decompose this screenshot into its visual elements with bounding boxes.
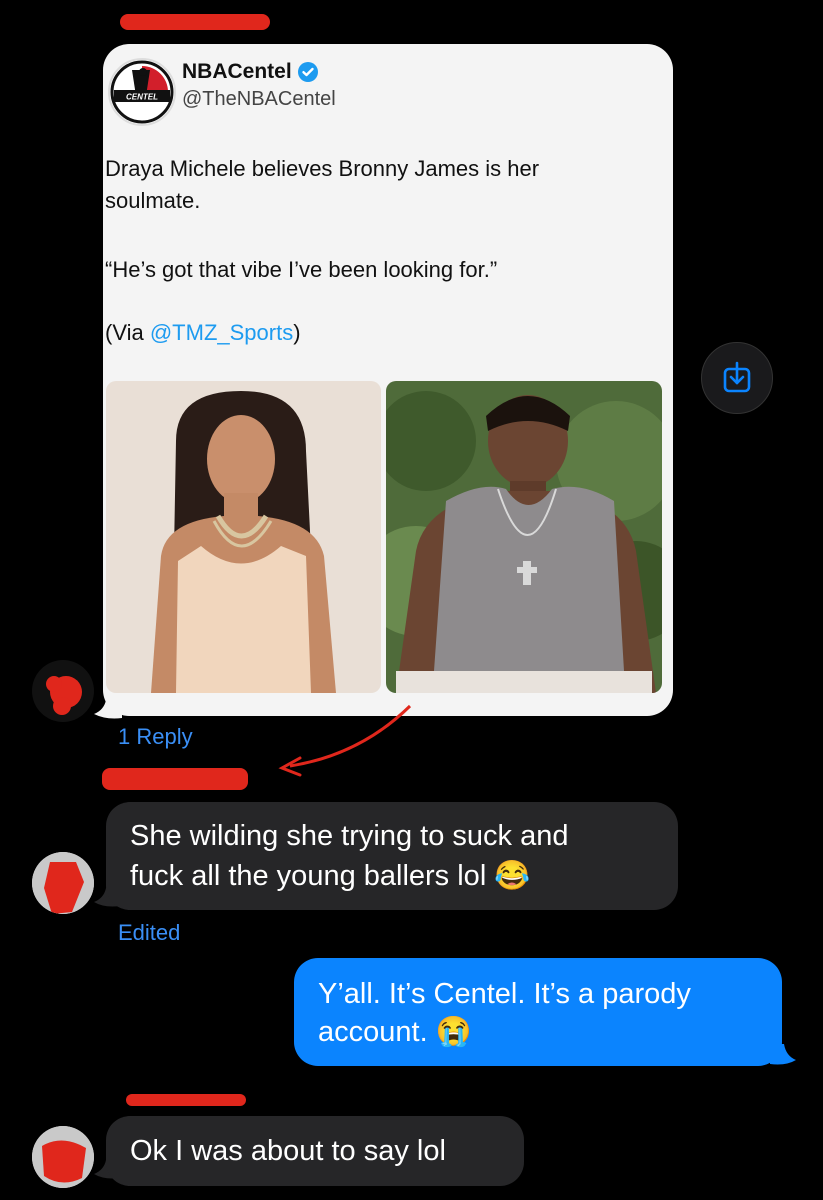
outgoing-bubble-tail [770, 1044, 796, 1065]
tweet-via: (Via @TMZ_Sports) [105, 318, 301, 348]
sender-avatar-2[interactable] [32, 852, 94, 914]
message-1-line-2: fuck all the young ballers lol 😂 [130, 856, 530, 896]
message-bubble-incoming-1[interactable]: She wilding she trying to suck and fuck … [106, 802, 678, 910]
redacted-sender-name-top [120, 14, 270, 30]
save-tweet-button[interactable] [701, 342, 773, 414]
sender-avatar-3[interactable] [32, 1126, 94, 1188]
tmz-sports-mention-link[interactable]: @TMZ_Sports [150, 320, 293, 345]
tweet-photo-right[interactable] [386, 381, 662, 693]
nbacentel-logo: CENTEL [108, 58, 176, 126]
tweet-bubble-tail [94, 700, 122, 719]
thread-reply-count[interactable]: 1 Reply [118, 724, 193, 750]
via-suffix: ) [293, 320, 301, 345]
tweet-handle[interactable]: @TheNBACentel [182, 88, 336, 111]
message-3-text: Ok I was about to say lol [130, 1135, 446, 1167]
message-1-line-1: She wilding she trying to suck and [130, 820, 569, 852]
sender-avatar-1[interactable] [32, 660, 94, 722]
laughing-emoji-icon: 😂 [494, 860, 531, 892]
message-2-line-2-text: account. [318, 1016, 428, 1048]
message-1-line-2-text: fuck all the young ballers lol [130, 860, 487, 892]
message-2-line-1: Y’all. It’s Centel. It’s a parody [318, 978, 691, 1010]
message-bubble-outgoing[interactable]: Y’all. It’s Centel. It’s a parody accoun… [294, 958, 782, 1066]
tweet-body-line-2: soulmate. [105, 188, 201, 213]
via-prefix: (Via [105, 320, 150, 345]
tweet-quote: “He’s got that vibe I’ve been looking fo… [105, 257, 498, 282]
tweet-account-name[interactable]: NBACentel [182, 60, 292, 84]
download-tray-icon [723, 361, 751, 393]
message-2-line-2: account. 😭 [318, 1012, 472, 1052]
crying-emoji-icon: 😭 [435, 1016, 472, 1048]
verified-badge-icon [298, 62, 318, 82]
redacted-sender-name-2 [102, 768, 248, 790]
tweet-photo-left[interactable] [106, 381, 381, 693]
logo-text: CENTEL [126, 93, 158, 102]
tweet-body-line-1: Draya Michele believes Bronny James is h… [105, 156, 540, 181]
red-arrow-annotation [278, 704, 412, 777]
edited-label[interactable]: Edited [118, 920, 180, 946]
message-bubble-incoming-3[interactable]: Ok I was about to say lol [106, 1116, 524, 1186]
redacted-sender-name-3 [126, 1094, 246, 1106]
